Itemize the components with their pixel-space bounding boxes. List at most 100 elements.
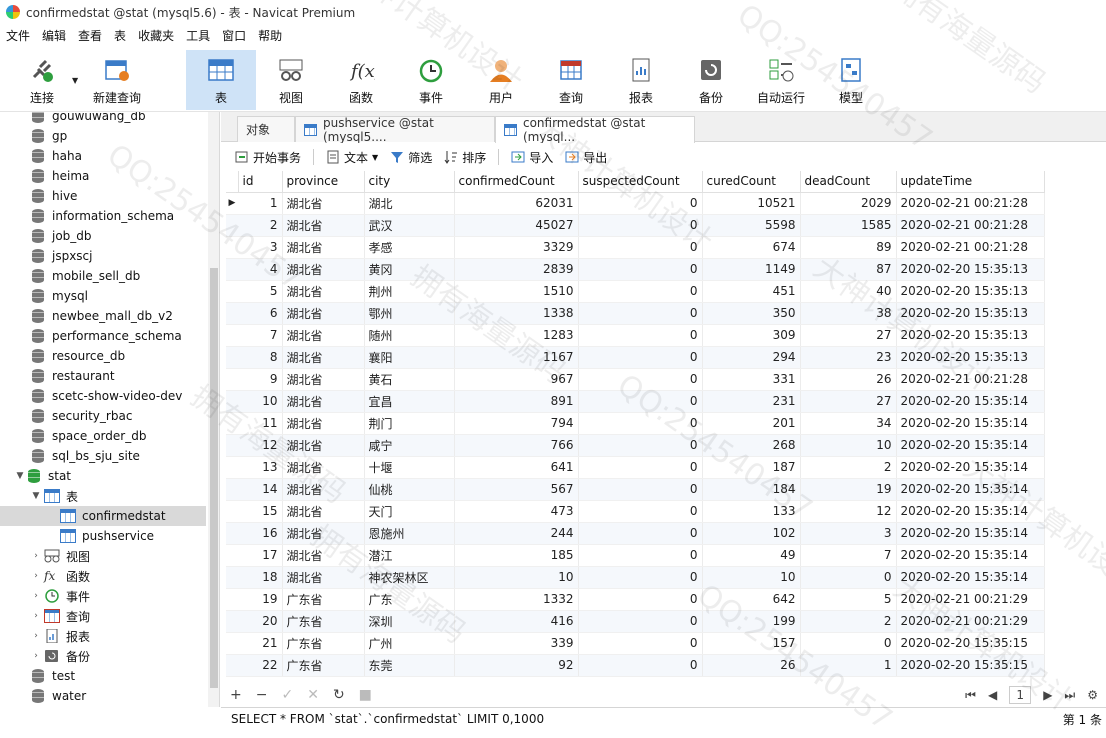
table-cell-deadCount[interactable]: 89 bbox=[800, 236, 897, 259]
backup-button[interactable]: 备份 bbox=[682, 50, 740, 110]
tree-group-functions[interactable]: › fx 函数 bbox=[30, 566, 90, 586]
column-header[interactable]: updateTime bbox=[896, 171, 1045, 193]
table-cell-deadCount[interactable]: 87 bbox=[800, 258, 897, 281]
table-cell-curedCount[interactable]: 102 bbox=[702, 522, 801, 545]
scrollbar-thumb[interactable] bbox=[210, 268, 218, 688]
table-row[interactable]: 11 湖北省 荆门 794 0 201 34 2020-02-20 15:35:14 bbox=[226, 412, 1045, 435]
table-cell-confirmedCount[interactable]: 567 bbox=[454, 478, 579, 501]
chevron-right-icon[interactable]: › bbox=[30, 571, 42, 581]
import-button[interactable]: 导入 bbox=[507, 146, 557, 168]
table-cell-deadCount[interactable]: 23 bbox=[800, 346, 897, 369]
table-row[interactable]: 16 湖北省 恩施州 244 0 102 3 2020-02-20 15:35:14 bbox=[226, 522, 1045, 545]
table-cell-province[interactable]: 湖北省 bbox=[282, 500, 365, 523]
table-cell-suspectedCount[interactable]: 0 bbox=[578, 280, 703, 303]
table-cell-id[interactable]: 20 bbox=[238, 610, 283, 633]
tree-db-test[interactable]: test bbox=[32, 666, 75, 686]
table-cell-id[interactable]: 9 bbox=[238, 368, 283, 391]
table-cell-deadCount[interactable]: 2 bbox=[800, 456, 897, 479]
table-cell-city[interactable]: 十堰 bbox=[364, 456, 455, 479]
tree-db-performance-schema[interactable]: performance_schema bbox=[32, 326, 182, 346]
table-cell-city[interactable]: 深圳 bbox=[364, 610, 455, 633]
chevron-right-icon[interactable]: › bbox=[30, 631, 42, 641]
table-row[interactable]: 10 湖北省 宜昌 891 0 231 27 2020-02-20 15:35:14 bbox=[226, 390, 1045, 413]
tree-db-mysql[interactable]: mysql bbox=[32, 286, 88, 306]
table-cell-id[interactable]: 2 bbox=[238, 214, 283, 237]
tree-db-stat[interactable]: ▼ stat bbox=[14, 466, 71, 486]
table-cell-deadCount[interactable]: 38 bbox=[800, 302, 897, 325]
table-row[interactable]: 14 湖北省 仙桃 567 0 184 19 2020-02-20 15:35:14 bbox=[226, 478, 1045, 501]
table-cell-updateTime[interactable]: 2020-02-20 15:35:14 bbox=[896, 456, 1045, 479]
table-cell-suspectedCount[interactable]: 0 bbox=[578, 258, 703, 281]
tree-db-hive[interactable]: hive bbox=[32, 186, 77, 206]
event-button[interactable]: 事件 bbox=[402, 50, 460, 110]
table-cell-deadCount[interactable]: 34 bbox=[800, 412, 897, 435]
table-row[interactable]: 4 湖北省 黄冈 2839 0 1149 87 2020-02-20 15:35:13 bbox=[226, 258, 1045, 281]
tree-db-job-db[interactable]: job_db bbox=[32, 226, 92, 246]
table-cell-curedCount[interactable]: 157 bbox=[702, 632, 801, 655]
tab-confirmedstat[interactable]: confirmedstat @stat (mysql... bbox=[495, 116, 695, 144]
table-cell-city[interactable]: 恩施州 bbox=[364, 522, 455, 545]
table-cell-updateTime[interactable]: 2020-02-21 00:21:28 bbox=[896, 214, 1045, 237]
chevron-down-icon[interactable]: ▼ bbox=[14, 471, 26, 481]
table-cell-curedCount[interactable]: 309 bbox=[702, 324, 801, 347]
column-header[interactable]: curedCount bbox=[702, 171, 801, 193]
table-cell-id[interactable]: 18 bbox=[238, 566, 283, 589]
table-cell-deadCount[interactable]: 12 bbox=[800, 500, 897, 523]
filter-button[interactable]: 筛选 bbox=[386, 146, 436, 168]
table-row[interactable]: 2 湖北省 武汉 45027 0 5598 1585 2020-02-21 00:21:28 bbox=[226, 214, 1045, 237]
table-cell-updateTime[interactable]: 2020-02-20 15:35:13 bbox=[896, 346, 1045, 369]
table-cell-city[interactable]: 东莞 bbox=[364, 654, 455, 677]
table-cell-confirmedCount[interactable]: 1338 bbox=[454, 302, 579, 325]
table-cell-curedCount[interactable]: 201 bbox=[702, 412, 801, 435]
table-cell-confirmedCount[interactable]: 62031 bbox=[454, 192, 579, 215]
table-cell-city[interactable]: 黄石 bbox=[364, 368, 455, 391]
table-cell-curedCount[interactable]: 642 bbox=[702, 588, 801, 611]
tree-db-scetc[interactable]: scetc-show-video-dev bbox=[32, 386, 182, 406]
table-cell-confirmedCount[interactable]: 1332 bbox=[454, 588, 579, 611]
next-page-icon[interactable]: ▶ bbox=[1043, 688, 1052, 702]
table-cell-city[interactable]: 鄂州 bbox=[364, 302, 455, 325]
table-cell-confirmedCount[interactable]: 641 bbox=[454, 456, 579, 479]
table-cell-deadCount[interactable]: 2029 bbox=[800, 192, 897, 215]
table-cell-deadCount[interactable]: 27 bbox=[800, 324, 897, 347]
table-cell-curedCount[interactable]: 331 bbox=[702, 368, 801, 391]
table-cell-confirmedCount[interactable]: 967 bbox=[454, 368, 579, 391]
table-cell-province[interactable]: 湖北省 bbox=[282, 544, 365, 567]
model-button[interactable]: 模型 bbox=[822, 50, 880, 110]
table-cell-confirmedCount[interactable]: 92 bbox=[454, 654, 579, 677]
table-cell-deadCount[interactable]: 2 bbox=[800, 610, 897, 633]
table-cell-updateTime[interactable]: 2020-02-21 00:21:28 bbox=[896, 192, 1045, 215]
new-query-button[interactable]: 新建查询 bbox=[88, 50, 146, 110]
table-cell-curedCount[interactable]: 26 bbox=[702, 654, 801, 677]
table-cell-province[interactable]: 湖北省 bbox=[282, 192, 365, 215]
table-row[interactable]: ▶ 1 湖北省 湖北 62031 0 10521 2029 2020-02-21 00:21:2… bbox=[226, 192, 1045, 215]
table-row[interactable]: 9 湖北省 黄石 967 0 331 26 2020-02-21 00:21:28 bbox=[226, 368, 1045, 391]
table-cell-suspectedCount[interactable]: 0 bbox=[578, 214, 703, 237]
table-cell-updateTime[interactable]: 2020-02-20 15:35:14 bbox=[896, 412, 1045, 435]
table-cell-deadCount[interactable]: 1585 bbox=[800, 214, 897, 237]
table-cell-updateTime[interactable]: 2020-02-21 00:21:29 bbox=[896, 588, 1045, 611]
table-cell-id[interactable]: 15 bbox=[238, 500, 283, 523]
table-cell-updateTime[interactable]: 2020-02-20 15:35:13 bbox=[896, 280, 1045, 303]
apply-icon[interactable]: ✓ bbox=[281, 687, 293, 703]
table-button[interactable]: 表 bbox=[186, 50, 256, 110]
table-cell-id[interactable]: 6 bbox=[238, 302, 283, 325]
menu-favorites[interactable]: 收藏夹 bbox=[132, 24, 180, 48]
table-cell-province[interactable]: 湖北省 bbox=[282, 368, 365, 391]
table-cell-updateTime[interactable]: 2020-02-20 15:35:13 bbox=[896, 302, 1045, 325]
prev-page-icon[interactable]: ◀ bbox=[988, 688, 997, 702]
tree-db-restaurant[interactable]: restaurant bbox=[32, 366, 115, 386]
table-cell-province[interactable]: 广东省 bbox=[282, 610, 365, 633]
column-header[interactable]: province bbox=[282, 171, 365, 193]
table-cell-city[interactable]: 孝感 bbox=[364, 236, 455, 259]
tree-db-haha[interactable]: haha bbox=[32, 146, 82, 166]
table-cell-confirmedCount[interactable]: 794 bbox=[454, 412, 579, 435]
table-cell-updateTime[interactable]: 2020-02-20 15:35:14 bbox=[896, 390, 1045, 413]
table-cell-suspectedCount[interactable]: 0 bbox=[578, 632, 703, 655]
table-cell-province[interactable]: 湖北省 bbox=[282, 478, 365, 501]
tree-db-newbee-mall[interactable]: newbee_mall_db_v2 bbox=[32, 306, 173, 326]
table-cell-updateTime[interactable]: 2020-02-21 00:21:29 bbox=[896, 610, 1045, 633]
table-cell-confirmedCount[interactable]: 891 bbox=[454, 390, 579, 413]
table-cell-city[interactable]: 神农架林区 bbox=[364, 566, 455, 589]
table-cell-curedCount[interactable]: 268 bbox=[702, 434, 801, 457]
